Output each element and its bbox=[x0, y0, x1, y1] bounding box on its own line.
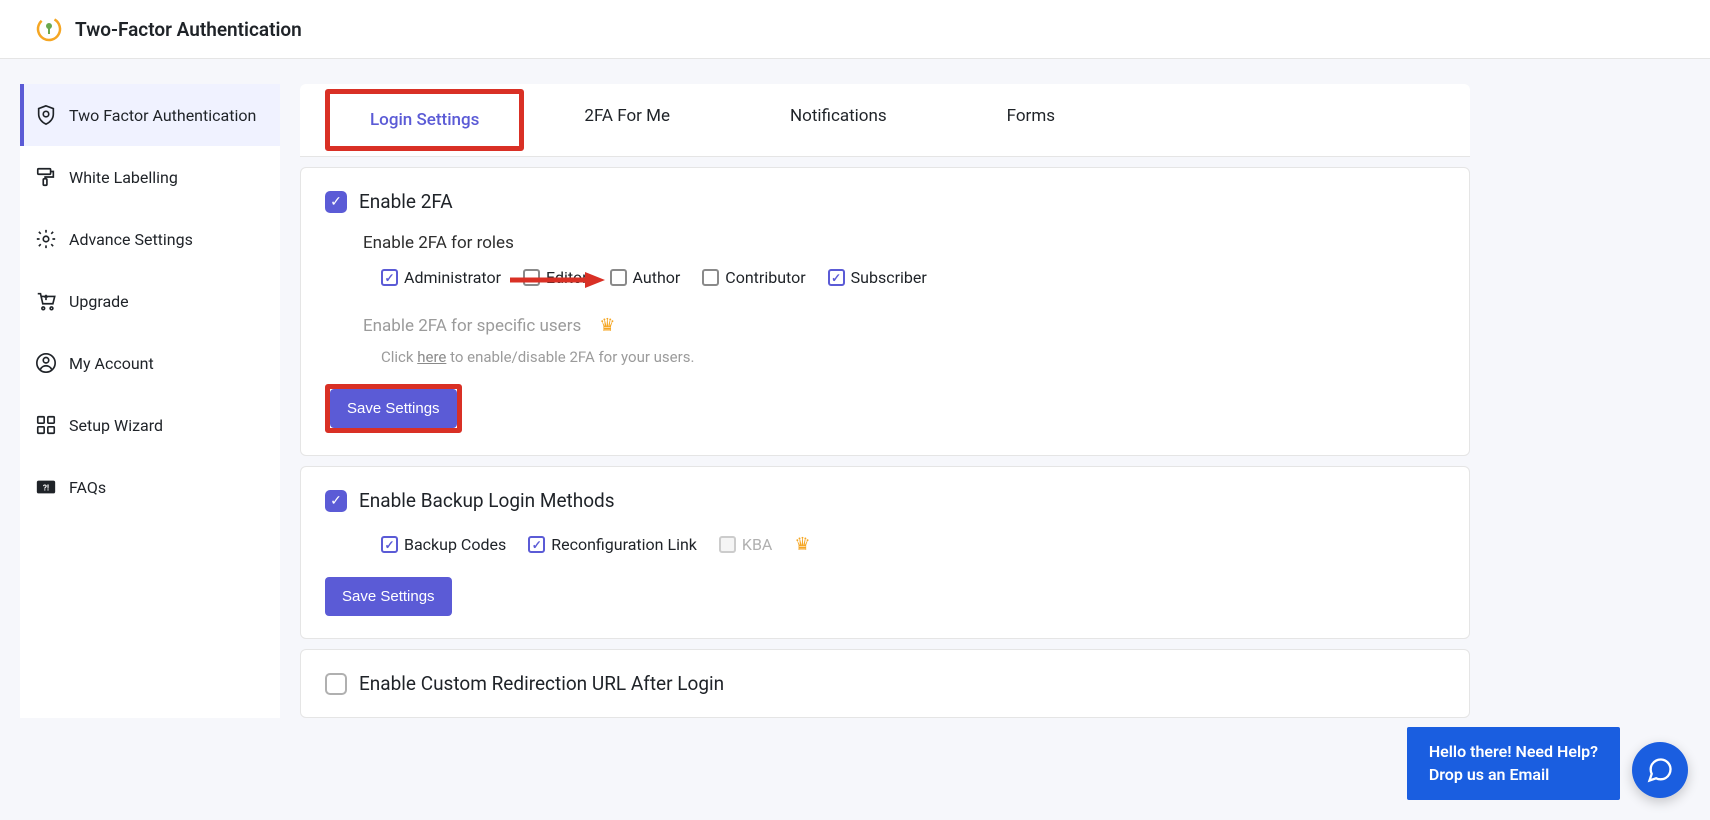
crown-icon: ♛ bbox=[599, 315, 615, 336]
tab-2fa-for-me[interactable]: 2FA For Me bbox=[524, 84, 730, 156]
help-bubble[interactable]: Hello there! Need Help? Drop us an Email bbox=[1407, 727, 1620, 800]
checkbox-icon bbox=[381, 269, 398, 286]
user-circle-icon bbox=[35, 352, 57, 374]
enable-backup-title: Enable Backup Login Methods bbox=[359, 489, 615, 512]
save-settings-button[interactable]: Save Settings bbox=[330, 389, 457, 428]
option-reconfiguration-link[interactable]: Reconfiguration Link bbox=[528, 535, 697, 554]
checkbox-icon bbox=[828, 269, 845, 286]
paint-roller-icon bbox=[35, 166, 57, 188]
sidebar-item-setup-wizard[interactable]: Setup Wizard bbox=[20, 394, 280, 456]
here-link[interactable]: here bbox=[417, 348, 446, 366]
check-icon: ✓ bbox=[330, 194, 342, 210]
cart-icon bbox=[35, 290, 57, 312]
enable-2fa-roles-title: Enable 2FA for roles bbox=[363, 233, 1445, 253]
enable-2fa-card: ✓ Enable 2FA Enable 2FA for roles Admini… bbox=[300, 167, 1470, 456]
sidebar-item-label: Advance Settings bbox=[69, 230, 193, 249]
sidebar-item-label: Upgrade bbox=[69, 292, 129, 311]
checkbox-icon bbox=[719, 536, 736, 553]
tab-notifications[interactable]: Notifications bbox=[730, 84, 947, 156]
enable-custom-redirection-title: Enable Custom Redirection URL After Logi… bbox=[359, 672, 724, 695]
checkbox-icon bbox=[381, 536, 398, 553]
sidebar-item-white-labelling[interactable]: White Labelling bbox=[20, 146, 280, 208]
role-contributor[interactable]: Contributor bbox=[702, 268, 805, 287]
sidebar-item-label: Setup Wizard bbox=[69, 416, 163, 435]
save-settings-button[interactable]: Save Settings bbox=[325, 577, 452, 616]
gear-icon bbox=[35, 228, 57, 250]
role-subscriber[interactable]: Subscriber bbox=[828, 268, 927, 287]
sidebar-item-two-factor-auth[interactable]: Two Factor Authentication bbox=[20, 84, 280, 146]
tabs: Login Settings 2FA For Me Notifications … bbox=[300, 84, 1470, 157]
backup-login-card: ✓ Enable Backup Login Methods Backup Cod… bbox=[300, 466, 1470, 639]
checkbox-icon bbox=[610, 269, 627, 286]
app-title: Two-Factor Authentication bbox=[75, 18, 302, 41]
sidebar-item-upgrade[interactable]: Upgrade bbox=[20, 270, 280, 332]
arrow-annotation-icon bbox=[510, 270, 605, 290]
sidebar-item-label: My Account bbox=[69, 354, 154, 373]
crown-icon: ♛ bbox=[794, 534, 810, 555]
app-header: Two-Factor Authentication bbox=[0, 0, 1710, 59]
shield-icon bbox=[35, 104, 57, 126]
tab-login-settings[interactable]: Login Settings bbox=[325, 89, 524, 151]
option-backup-codes[interactable]: Backup Codes bbox=[381, 535, 506, 554]
checkbox-icon bbox=[702, 269, 719, 286]
faq-icon: ?! bbox=[35, 476, 57, 498]
sidebar-item-advance-settings[interactable]: Advance Settings bbox=[20, 208, 280, 270]
custom-redirection-card: Enable Custom Redirection URL After Logi… bbox=[300, 649, 1470, 718]
svg-text:?!: ?! bbox=[43, 484, 49, 494]
sidebar: Two Factor Authentication White Labellin… bbox=[20, 84, 280, 718]
enable-custom-redirection-checkbox[interactable] bbox=[325, 673, 347, 695]
sidebar-item-my-account[interactable]: My Account bbox=[20, 332, 280, 394]
specific-users-sub: Click here to enable/disable 2FA for you… bbox=[363, 348, 1445, 366]
enable-2fa-title: Enable 2FA bbox=[359, 190, 453, 213]
option-kba: KBA bbox=[719, 535, 772, 554]
enable-2fa-checkbox[interactable]: ✓ bbox=[325, 191, 347, 213]
sidebar-item-label: White Labelling bbox=[69, 168, 178, 187]
tab-forms[interactable]: Forms bbox=[947, 84, 1115, 156]
sidebar-item-label: Two Factor Authentication bbox=[69, 106, 256, 125]
chat-button[interactable] bbox=[1632, 742, 1688, 798]
sidebar-item-label: FAQs bbox=[69, 478, 106, 497]
sidebar-item-faqs[interactable]: ?! FAQs bbox=[20, 456, 280, 518]
check-icon: ✓ bbox=[330, 493, 342, 509]
checkbox-icon bbox=[528, 536, 545, 553]
specific-users-title: Enable 2FA for specific users bbox=[363, 316, 581, 336]
grid-icon bbox=[35, 414, 57, 436]
enable-backup-checkbox[interactable]: ✓ bbox=[325, 490, 347, 512]
app-logo-icon bbox=[35, 15, 63, 43]
role-administrator[interactable]: Administrator bbox=[381, 268, 501, 287]
role-author[interactable]: Author bbox=[610, 268, 681, 287]
chat-icon bbox=[1646, 756, 1674, 784]
